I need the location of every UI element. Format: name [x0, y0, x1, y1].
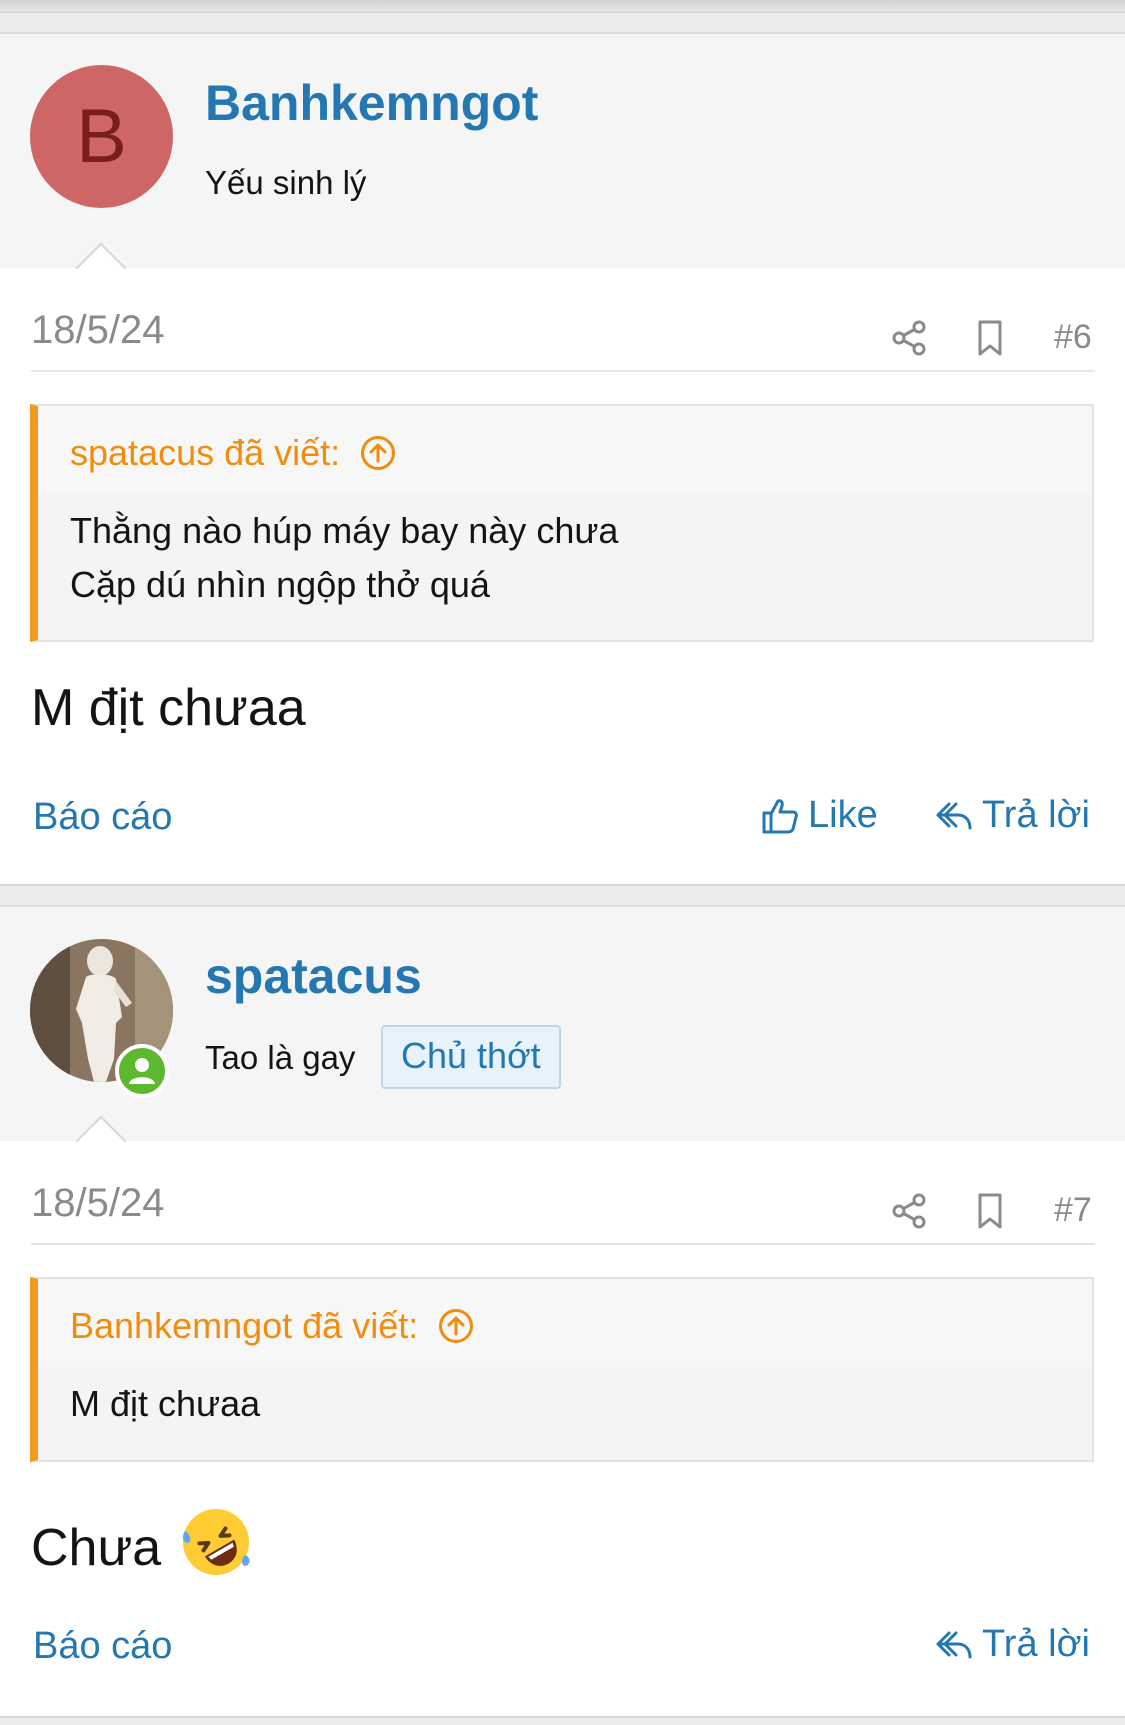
quote-author-link[interactable]: Banhkemngot đã viết:	[70, 1305, 474, 1347]
share-icon[interactable]	[889, 318, 929, 358]
post-message: Chưa	[31, 1505, 253, 1579]
top-bar	[0, 0, 1125, 13]
thumbs-up-icon	[762, 798, 798, 833]
quote-line: M địt chưaa	[70, 1383, 261, 1424]
quote-header: spatacus đã viết:	[38, 406, 1092, 494]
arrow-up-circle-icon[interactable]	[438, 1308, 474, 1344]
bookmark-icon[interactable]	[970, 318, 1010, 358]
like-button[interactable]: Like	[760, 794, 878, 837]
rolling-on-floor-laughing-emoji	[183, 1509, 250, 1575]
report-label: Báo cáo	[33, 796, 173, 838]
username[interactable]: Banhkemngot	[205, 74, 538, 132]
avatar-letter: B	[76, 94, 127, 179]
report-button[interactable]: Báo cáo	[33, 796, 172, 839]
arrow-up-circle-icon[interactable]	[360, 435, 396, 471]
report-button[interactable]: Báo cáo	[33, 1625, 172, 1668]
quote-author-link[interactable]: spatacus đã viết:	[70, 432, 396, 474]
quote-line: Thằng nào húp máy bay này chưa	[70, 510, 619, 551]
post-number[interactable]: #6	[1054, 318, 1092, 357]
reply-button[interactable]: Trả lời	[934, 794, 1090, 837]
reply-label: Trả lời	[982, 1623, 1090, 1665]
bookmark-icon[interactable]	[970, 1191, 1010, 1231]
post-6-body: 18/5/24 #6 spatacus đã viết: Thằng nào h…	[0, 242, 1125, 884]
user-title: Yếu sinh lý	[205, 164, 367, 201]
quote-header: Banhkemngot đã viết:	[38, 1279, 1092, 1367]
avatar[interactable]: B	[30, 65, 173, 208]
quote-block: spatacus đã viết: Thằng nào húp máy bay …	[30, 404, 1094, 642]
quote-block: Banhkemngot đã viết: M địt chưaa	[30, 1277, 1094, 1462]
meta-divider	[31, 370, 1095, 372]
post-date[interactable]: 18/5/24	[31, 1181, 164, 1226]
post-7-user-header: spatacus Tao là gay Chủ thớt	[0, 905, 1125, 1143]
post-7-body: 18/5/24 #7 Banhkemngot đã viết: M địt ch…	[0, 1115, 1125, 1716]
post-6-user-header: B Banhkemngot Yếu sinh lý	[0, 32, 1125, 270]
quote-author-label: spatacus đã viết:	[70, 432, 341, 473]
post-number[interactable]: #7	[1054, 1191, 1092, 1230]
reply-button[interactable]: Trả lời	[934, 1623, 1090, 1666]
post-separator	[0, 884, 1125, 886]
reply-label: Trả lời	[982, 794, 1090, 836]
share-icon[interactable]	[889, 1191, 929, 1231]
user-title: Tao là gay	[205, 1039, 356, 1076]
post-separator	[0, 1716, 1125, 1718]
thread-starter-badge: Chủ thớt	[381, 1025, 561, 1089]
reply-icon	[936, 1631, 972, 1658]
post-message: M địt chưaa	[31, 679, 306, 737]
quote-line: Cặp dú nhìn ngộp thở quá	[70, 564, 490, 605]
like-label: Like	[808, 794, 878, 836]
meta-divider	[31, 1243, 1095, 1245]
post-message-text: Chưa	[31, 1519, 162, 1577]
reply-icon	[936, 802, 972, 829]
online-user-icon	[115, 1044, 169, 1098]
quote-author-label: Banhkemngot đã viết:	[70, 1305, 419, 1346]
report-label: Báo cáo	[33, 1625, 173, 1667]
username[interactable]: spatacus	[205, 947, 422, 1005]
post-date[interactable]: 18/5/24	[31, 308, 164, 353]
